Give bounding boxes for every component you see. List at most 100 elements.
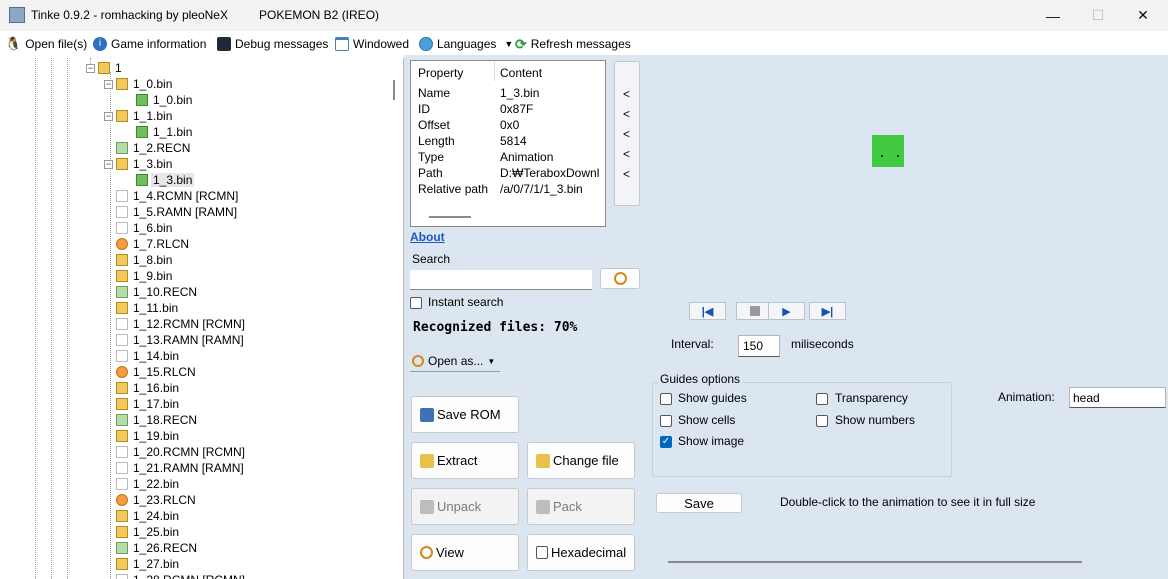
tree-scrollbar-thumb[interactable] — [393, 80, 395, 100]
collapse-icon[interactable]: − — [104, 79, 113, 89]
tree-item-label: 1_0.bin — [153, 93, 193, 107]
tree-item[interactable]: 1_12.RCMN [RCMN] — [116, 316, 247, 332]
view-button[interactable]: View — [411, 534, 519, 571]
tree-item[interactable]: 1_2.RECN — [116, 140, 192, 156]
horizontal-scrollbar-thumb[interactable] — [668, 561, 1082, 563]
unpack-label: Unpack — [437, 499, 482, 514]
tree-item[interactable]: 1_28.RCMN [RCMN] — [116, 572, 247, 579]
tree-item[interactable]: 1_9.bin — [116, 268, 174, 284]
save-rom-button[interactable]: Save ROM — [411, 396, 519, 433]
first-frame-button[interactable]: |◀ — [689, 302, 726, 320]
tree-item[interactable]: 1_17.bin — [116, 396, 181, 412]
collapse-icon[interactable]: − — [104, 111, 113, 121]
tree-item[interactable]: 1_1.bin — [136, 124, 194, 140]
languages-button[interactable]: Languages ▼ — [419, 35, 513, 53]
tree-item[interactable]: 1_14.bin — [116, 348, 181, 364]
package-icon — [116, 270, 128, 282]
show-cells-checkbox[interactable] — [660, 415, 672, 427]
file-tree[interactable]: − 1 − 1_0.bin 1_0.bin − 1_1.bin 1_1.bin 1_2.RE… — [0, 58, 404, 579]
open-as-dropdown[interactable]: Open as... ▼ — [410, 351, 500, 372]
tree-item[interactable]: 1_7.RLCN — [116, 236, 191, 252]
game-information-button[interactable]: i Game information — [93, 35, 206, 53]
hexadecimal-button[interactable]: Hexadecimal — [527, 534, 635, 571]
collapse-icon[interactable]: − — [86, 63, 95, 73]
tree-item[interactable]: 1_11.bin — [116, 300, 180, 316]
tree-item[interactable]: 1_5.RAMN [RAMN] — [116, 204, 239, 220]
tree-item[interactable]: 1_8.bin — [116, 252, 174, 268]
tree-item[interactable]: 1_6.bin — [116, 220, 174, 236]
tree-item[interactable]: 1_20.RCMN [RCMN] — [116, 444, 247, 460]
tree-item[interactable]: 1_26.RECN — [116, 540, 199, 556]
search-button[interactable] — [600, 268, 640, 289]
show-guides-checkbox[interactable] — [660, 393, 672, 405]
animation-preview[interactable] — [872, 135, 904, 167]
transparency-label: Transparency — [835, 391, 908, 405]
instant-search-checkbox[interactable] — [410, 297, 422, 309]
show-numbers-checkbox[interactable] — [816, 415, 828, 427]
tree-item[interactable]: 1_25.bin — [116, 524, 181, 540]
about-link[interactable]: About — [410, 230, 445, 244]
collapse-arrow[interactable]: < — [623, 167, 630, 181]
tree-item[interactable]: − 1_0.bin — [104, 76, 174, 92]
tree-item[interactable]: 1_23.RLCN — [116, 492, 198, 508]
floppy-icon — [420, 407, 434, 422]
palette-icon — [116, 494, 128, 506]
file-icon — [116, 350, 128, 362]
tree-item-label: 1_2.RECN — [133, 141, 191, 155]
tree-item[interactable]: 1_10.RECN — [116, 284, 199, 300]
close-button[interactable]: ✕ — [1120, 0, 1166, 31]
minimize-button[interactable]: — — [1030, 0, 1076, 31]
change-file-button[interactable]: Change file — [527, 442, 635, 479]
tree-item[interactable]: 1_15.RLCN — [116, 364, 198, 380]
collapse-arrow[interactable]: < — [623, 87, 630, 101]
tree-item-label: 1_14.bin — [133, 349, 180, 363]
tree-item[interactable]: − 1_3.bin — [104, 156, 174, 172]
file-icon — [116, 206, 128, 218]
show-image-checkbox[interactable]: ✓ — [660, 436, 672, 448]
tree-item[interactable]: 1_24.bin — [116, 508, 181, 524]
tree-item[interactable]: 1_16.bin — [116, 380, 181, 396]
animation-name-input[interactable] — [1069, 387, 1166, 408]
properties-table: Property Content Name 1_3.bin ID 0x87F Offse… — [410, 60, 606, 227]
collapse-arrow[interactable]: < — [623, 127, 630, 141]
folder-export-icon — [420, 453, 434, 468]
interval-unit: miliseconds — [791, 337, 854, 351]
tree-item[interactable]: 1_18.RECN — [116, 412, 199, 428]
tree-item-label: 1_7.RLCN — [133, 237, 190, 251]
collapse-arrow[interactable]: < — [623, 107, 630, 121]
play-button[interactable]: ▶ — [768, 302, 805, 320]
windowed-button[interactable]: Windowed — [335, 35, 409, 53]
extract-button[interactable]: Extract — [411, 442, 519, 479]
transparency-checkbox[interactable] — [816, 393, 828, 405]
tree-item[interactable]: 1_4.RCMN [RCMN] — [116, 188, 240, 204]
open-files-button[interactable]: 🐧 Open file(s) — [5, 35, 87, 53]
tree-scrollbar[interactable] — [388, 58, 402, 579]
debug-messages-button[interactable]: Debug messages — [217, 35, 328, 53]
maximize-button[interactable]: ☐ — [1075, 0, 1121, 31]
last-frame-button[interactable]: ▶| — [809, 302, 846, 320]
refresh-messages-button[interactable]: ⟳ Refresh messages — [515, 35, 631, 53]
tree-item[interactable]: 1_3.bin — [136, 172, 195, 188]
tree-item-label: 1 — [115, 61, 122, 75]
tree-item[interactable]: 1_0.bin — [136, 92, 194, 108]
pack-button[interactable]: Pack — [527, 488, 635, 525]
tree-item[interactable]: − 1_1.bin — [104, 108, 174, 124]
instant-search-label: Instant search — [428, 295, 504, 309]
save-animation-button[interactable]: Save — [656, 493, 742, 513]
tree-item[interactable]: 1_21.RAMN [RAMN] — [116, 460, 246, 476]
collapse-icon[interactable]: − — [104, 159, 113, 169]
unpack-button[interactable]: Unpack — [411, 488, 519, 525]
tree-item[interactable]: 1_22.bin — [116, 476, 181, 492]
app-icon — [9, 7, 25, 23]
recognized-files-text: Recognized files: 70% — [413, 320, 578, 335]
tree-item[interactable]: 1_27.bin — [116, 556, 181, 572]
search-input[interactable] — [410, 270, 592, 290]
tree-item[interactable]: 1_19.bin — [116, 428, 181, 444]
tree-root-node[interactable]: − 1 — [86, 60, 124, 76]
tree-item-label: 1_8.bin — [133, 253, 173, 267]
tree-item[interactable]: 1_13.RAMN [RAMN] — [116, 332, 246, 348]
properties-scrollbar[interactable] — [429, 216, 471, 218]
collapse-arrow[interactable]: < — [623, 147, 630, 161]
content-header: Content — [500, 66, 543, 80]
interval-input[interactable] — [738, 335, 780, 357]
